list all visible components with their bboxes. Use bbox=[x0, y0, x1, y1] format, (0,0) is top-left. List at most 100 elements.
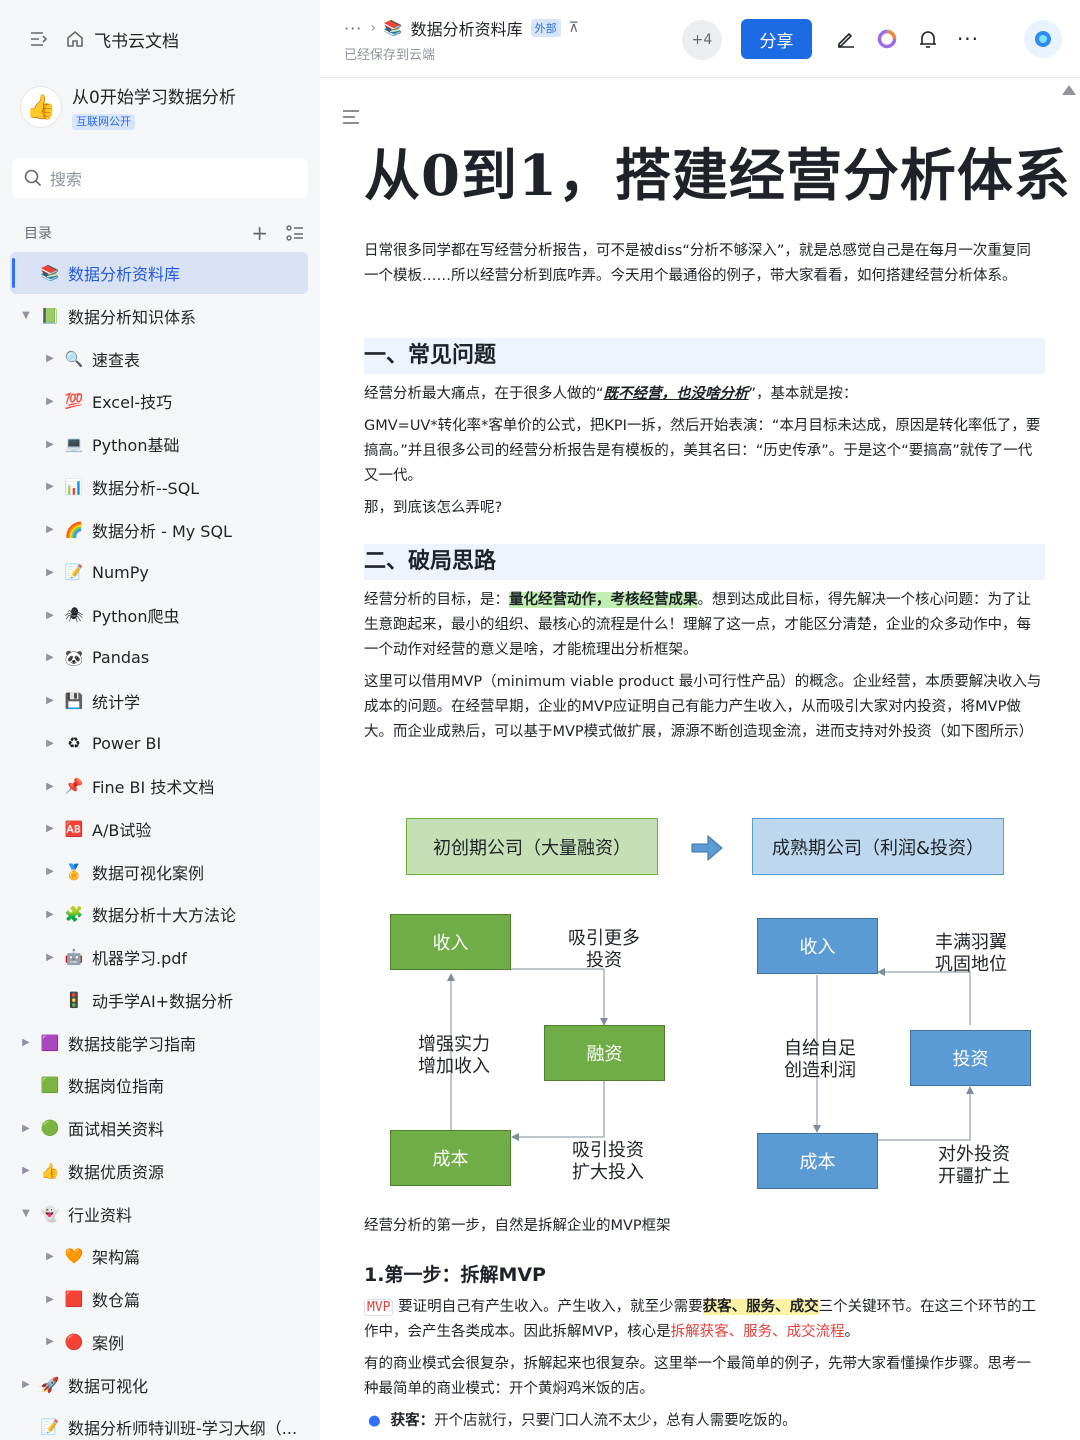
sidebar-item[interactable]: ▶ 🧡 架构篇 bbox=[10, 1235, 308, 1277]
sidebar-item[interactable]: ▶ 📝 NumPy bbox=[10, 551, 308, 593]
diagram-caption: 经营分析的第一步，自然是拆解企业的MVP框架 bbox=[364, 1218, 671, 1234]
sidebar-item-label: 数据分析资料库 bbox=[68, 265, 181, 284]
mvp-diagram: 初创期公司（大量融资） 成熟期公司（利润&投资） 收入 融资 成本 收入 投资 … bbox=[380, 804, 1040, 1199]
sidebar-item-label: 面试相关资料 bbox=[68, 1120, 165, 1139]
sidebar-item[interactable]: ▶ 🟢 面试相关资料 bbox=[10, 1107, 308, 1149]
sidebar-item[interactable]: ▶ 🕷 Python爬虫 bbox=[10, 594, 308, 636]
left-income-box: 收入 bbox=[390, 914, 511, 970]
sidebar-item-label: 案例 bbox=[92, 1333, 125, 1353]
caret-right-icon[interactable]: ▶ bbox=[18, 1123, 34, 1134]
sidebar-item[interactable]: ▶ 👍 数据优质资源 bbox=[10, 1150, 308, 1192]
outline-menu-icon[interactable] bbox=[342, 105, 360, 129]
paragraph-goal: 经营分析的目标，是：量化经营动作，考核经营成果。想到达成此目标，得先解决一个核心… bbox=[364, 592, 1031, 658]
caret-right-icon[interactable]: ▶ bbox=[42, 866, 58, 877]
sidebar-item[interactable]: ▶ 📌 Fine BI 技术文档 bbox=[10, 765, 308, 807]
share-button[interactable]: 分享 bbox=[741, 19, 812, 59]
caret-right-icon[interactable]: ▶ bbox=[42, 652, 58, 663]
sidebar-item[interactable]: ▶ 🐼 Pandas bbox=[10, 637, 308, 679]
caret-right-icon[interactable]: ▶ bbox=[42, 1294, 58, 1305]
doc-icon: 🟢 bbox=[40, 1119, 60, 1137]
caret-right-icon[interactable]: ▶ bbox=[42, 1336, 58, 1347]
caret-right-icon[interactable]: ▶ bbox=[42, 524, 58, 535]
caret-right-icon[interactable]: ▶ bbox=[42, 695, 58, 706]
sidebar-item-label: Python爬虫 bbox=[92, 607, 180, 626]
sidebar-item[interactable]: 🟩 数据岗位指南 bbox=[10, 1064, 308, 1106]
list-settings-icon[interactable] bbox=[286, 225, 304, 241]
app-name[interactable]: 飞书云文档 bbox=[94, 27, 179, 52]
caret-right-icon[interactable]: ▶ bbox=[42, 396, 58, 407]
assistant-logo-icon[interactable] bbox=[1024, 20, 1062, 58]
space-header[interactable]: 👍 从0开始学习数据分析 互联网公开 bbox=[20, 86, 310, 142]
subheading-step-1: 1.第一步：拆解MVP bbox=[364, 1264, 546, 1286]
sidebar-item[interactable]: ▶ 🟪 数据技能学习指南 bbox=[10, 1022, 308, 1064]
sidebar-item[interactable]: ▶ 🧩 数据分析十大方法论 bbox=[10, 893, 308, 935]
doc-icon: 🌈 bbox=[64, 520, 84, 539]
edit-icon[interactable] bbox=[833, 26, 859, 52]
sidebar-item-label: Python基础 bbox=[92, 436, 180, 455]
sidebar-item[interactable]: ▶ 🔴 案例 bbox=[10, 1321, 308, 1363]
caret-right-icon[interactable]: ▶ bbox=[42, 952, 58, 963]
caret-right-icon[interactable]: ▶ bbox=[42, 738, 58, 749]
sidebar-item[interactable]: ▶ 🏅 数据可视化案例 bbox=[10, 851, 308, 893]
label-attract-investment: 吸引更多 投资 bbox=[568, 928, 640, 971]
sidebar-item[interactable]: ▶ 🆎 A/B试验 bbox=[10, 808, 308, 850]
sidebar-item-label: 数据分析十大方法论 bbox=[92, 906, 237, 926]
caret-right-icon[interactable]: ▶ bbox=[42, 610, 58, 621]
bullet-acquire: ● 获客：开个店就行，只要门口人流不太少，总有人需要吃饭的。 bbox=[368, 1413, 797, 1429]
caret-right-icon[interactable]: ▶ bbox=[42, 1251, 58, 1262]
more-icon[interactable]: ··· bbox=[955, 26, 981, 52]
caret-down-icon[interactable]: ▼ bbox=[18, 1208, 34, 1219]
sidebar-item[interactable]: ▼ 👻 行业资料 bbox=[10, 1193, 308, 1235]
caret-right-icon[interactable]: ▶ bbox=[42, 781, 58, 792]
doc-header: ··· › 📚 数据分析资料库 外部 ⊼ 已经保存到云端 +4 分享 ··· bbox=[320, 0, 1080, 78]
collaborators-count[interactable]: +4 bbox=[682, 20, 722, 60]
ai-ring-icon[interactable] bbox=[874, 26, 900, 52]
sidebar-item-label: 行业资料 bbox=[68, 1205, 133, 1225]
caret-right-icon[interactable]: ▶ bbox=[18, 1379, 34, 1390]
caret-right-icon[interactable]: ▶ bbox=[42, 823, 58, 834]
caret-right-icon[interactable]: ▶ bbox=[42, 439, 58, 450]
sidebar-item[interactable]: ▶ 🔍 速查表 bbox=[10, 338, 308, 380]
bullet-dot-icon: ● bbox=[368, 1413, 381, 1429]
search-input[interactable]: 搜索 bbox=[12, 158, 308, 198]
toc-header: 目录 + bbox=[24, 220, 304, 246]
sidebar-item-label: 统计学 bbox=[92, 692, 141, 712]
sidebar-item[interactable]: ▶ ♻ Power BI bbox=[10, 722, 308, 764]
sidebar-item[interactable]: ▶ 📊 数据分析--SQL bbox=[10, 466, 308, 508]
caret-right-icon[interactable]: ▶ bbox=[42, 909, 58, 920]
sidebar-item[interactable]: ▶ 💻 Python基础 bbox=[10, 423, 308, 465]
sidebar-item[interactable]: ▼ 📗 数据分析知识体系 bbox=[10, 295, 308, 337]
add-icon[interactable]: + bbox=[251, 221, 268, 245]
sidebar-item-label: Excel-技巧 bbox=[92, 393, 173, 413]
paragraph-mvp-split: MVP 要证明自己有产生收入。产生收入，就至少需要获客、服务、成交三个关键环节。… bbox=[364, 1299, 1037, 1340]
doc-icon: 📝 bbox=[40, 1418, 60, 1437]
bell-icon[interactable] bbox=[915, 26, 941, 52]
caret-right-icon[interactable]: ▶ bbox=[18, 1037, 34, 1048]
sidebar-item-label: 机器学习.pdf bbox=[92, 949, 188, 968]
sidebar-item[interactable]: 📚 数据分析资料库 bbox=[10, 252, 308, 294]
caret-right-icon[interactable]: ▶ bbox=[42, 353, 58, 364]
home-icon[interactable] bbox=[64, 28, 86, 50]
scroll-up-arrow-icon[interactable] bbox=[1062, 85, 1076, 95]
doc-icon: ♻ bbox=[67, 734, 81, 753]
sidebar-item[interactable]: ▶ 🌈 数据分析 - My SQL bbox=[10, 509, 308, 551]
doc-icon: 🚦 bbox=[64, 990, 84, 1009]
pin-icon[interactable]: ⊼ bbox=[569, 20, 579, 36]
sidebar-item[interactable]: ▶ 🟥 数仓篇 bbox=[10, 1278, 308, 1320]
collapse-sidebar-icon[interactable] bbox=[28, 28, 50, 50]
sidebar-item[interactable]: 📝 数据分析师特训班-学习大纲（... bbox=[10, 1406, 308, 1440]
breadcrumb-more[interactable]: ··· bbox=[344, 19, 362, 38]
sidebar-item-label: NumPy bbox=[92, 562, 149, 582]
caret-right-icon[interactable]: ▶ bbox=[18, 1165, 34, 1176]
sidebar-item[interactable]: ▶ 🚀 数据可视化 bbox=[10, 1364, 308, 1406]
sidebar-item[interactable]: ▶ 💯 Excel-技巧 bbox=[10, 380, 308, 422]
sidebar-item[interactable]: 🚦 动手学AI+数据分析 bbox=[10, 979, 308, 1021]
caret-right-icon[interactable]: ▶ bbox=[42, 567, 58, 578]
doc-icon: 👻 bbox=[40, 1204, 60, 1223]
sidebar-item[interactable]: ▶ 🤖 机器学习.pdf bbox=[10, 936, 308, 978]
caret-down-icon[interactable]: ▼ bbox=[18, 310, 34, 321]
caret-right-icon[interactable]: ▶ bbox=[42, 481, 58, 492]
emphasis-text: 既不经营，也没啥分析 bbox=[603, 386, 749, 402]
sidebar-item[interactable]: ▶ 💾 统计学 bbox=[10, 680, 308, 722]
breadcrumb-doc-name[interactable]: 数据分析资料库 bbox=[411, 16, 523, 40]
